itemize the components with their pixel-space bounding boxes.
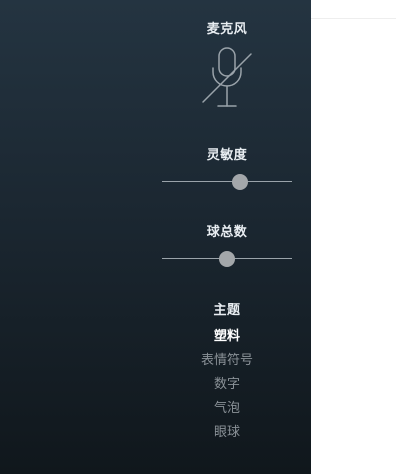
sensitivity-slider[interactable]: [162, 174, 292, 190]
theme-label: 主题: [213, 303, 241, 318]
sensitivity-label: 灵敏度: [206, 148, 248, 163]
ball-count-label: 球总数: [206, 225, 248, 240]
ball-count-slider-thumb[interactable]: [219, 251, 235, 267]
theme-item-plastic[interactable]: 塑料: [162, 325, 292, 349]
theme-item-numbers[interactable]: 数字: [162, 373, 292, 397]
mic-off-icon: [202, 47, 252, 107]
content-area: [311, 0, 396, 474]
sensitivity-slider-thumb[interactable]: [232, 174, 248, 190]
theme-item-bubbles[interactable]: 气泡: [162, 397, 292, 421]
theme-list: 塑料 表情符号 数字 气泡 眼球: [162, 325, 292, 445]
microphone-toggle-button[interactable]: [199, 44, 255, 114]
microphone-label: 麦克风: [206, 22, 248, 37]
settings-panel: 麦克风 灵敏度 球总数 主题 塑料 表情符号 数字 气泡 眼球: [0, 0, 311, 474]
theme-item-emoji[interactable]: 表情符号: [162, 349, 292, 373]
theme-item-eyeballs[interactable]: 眼球: [162, 421, 292, 445]
ball-count-slider[interactable]: [162, 251, 292, 267]
content-divider: [311, 18, 396, 19]
sensitivity-slider-track: [162, 181, 292, 182]
app-window: 麦克风 灵敏度 球总数 主题 塑料 表情符号 数字 气泡 眼球: [0, 0, 396, 474]
